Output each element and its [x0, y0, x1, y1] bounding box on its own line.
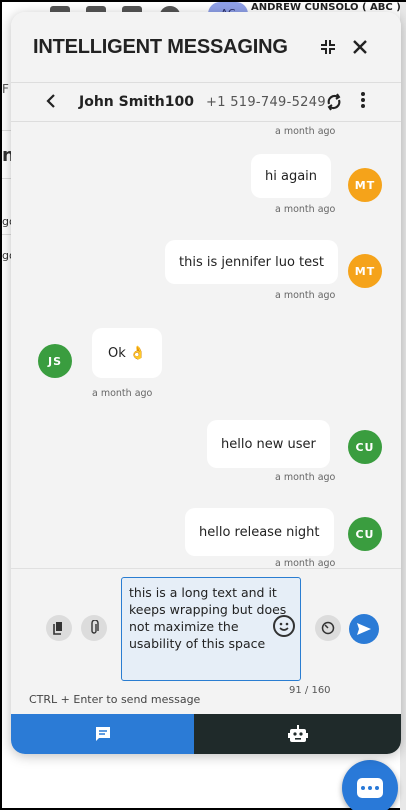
attach-button[interactable] — [81, 615, 107, 641]
side-text: F — [2, 82, 9, 96]
message-timestamp: a month ago — [275, 558, 336, 568]
attach-icon — [91, 620, 99, 634]
back-button[interactable] — [45, 91, 57, 115]
collapse-icon — [321, 40, 335, 54]
message-timestamp: a month ago — [275, 472, 336, 483]
send-hint: CTRL + Enter to send message — [29, 693, 201, 706]
message-timestamp: a month ago — [275, 126, 336, 137]
avatar: MT — [348, 254, 382, 288]
message-timestamp: a month ago — [275, 290, 336, 301]
message-list[interactable]: a month ago hi again MT a month ago this… — [11, 122, 401, 568]
schedule-button[interactable] — [315, 615, 341, 641]
message-icon — [95, 727, 110, 741]
contact-phone: +1 519-749-5249 — [206, 95, 326, 110]
document-icon — [53, 622, 62, 635]
composer: this is a long text and it keeps wrappin… — [11, 568, 401, 714]
message-timestamp: a month ago — [92, 388, 153, 399]
emoji-icon — [279, 622, 289, 631]
message-bubble: Ok 👌 — [92, 328, 163, 378]
avatar: CU — [348, 430, 382, 464]
back-icon — [46, 94, 55, 108]
more-vert-icon — [361, 92, 365, 108]
robot-icon — [287, 725, 308, 742]
chat-icon — [357, 778, 383, 798]
close-button[interactable] — [349, 36, 371, 58]
message-timestamp: a month ago — [275, 204, 336, 215]
contact-bar: John Smith100 +1 519-749-5249 — [11, 82, 401, 122]
avatar: CU — [348, 517, 382, 551]
more-button[interactable] — [360, 91, 366, 114]
tab-messages[interactable] — [11, 714, 194, 754]
open-chat-button[interactable] — [342, 760, 398, 810]
messaging-panel: INTELLIGENT MESSAGING John Smith100 +1 5… — [11, 12, 401, 754]
close-icon — [353, 40, 367, 54]
contact-name: John Smith100 — [79, 94, 194, 110]
collapse-button[interactable] — [317, 36, 339, 58]
avatar: JS — [38, 344, 72, 378]
char-counter: 91 / 160 — [289, 685, 331, 696]
message-bubble: hi again — [251, 154, 332, 198]
message-bubble: this is jennifer luo test — [165, 240, 339, 284]
timer-icon — [321, 621, 335, 635]
tab-bot[interactable] — [194, 714, 401, 754]
panel-title: INTELLIGENT MESSAGING — [33, 36, 288, 58]
panel-header: INTELLIGENT MESSAGING — [11, 12, 401, 82]
panel-tabs — [11, 714, 401, 754]
message-bubble: hello release night — [185, 508, 334, 556]
send-icon — [357, 623, 371, 635]
message-bubble: hello new user — [207, 420, 330, 468]
avatar: MT — [348, 168, 382, 202]
sync-icon — [327, 93, 341, 111]
template-button[interactable] — [46, 615, 72, 641]
send-button[interactable] — [349, 614, 379, 644]
sync-button[interactable] — [325, 92, 343, 117]
emoji-button[interactable] — [273, 615, 295, 637]
